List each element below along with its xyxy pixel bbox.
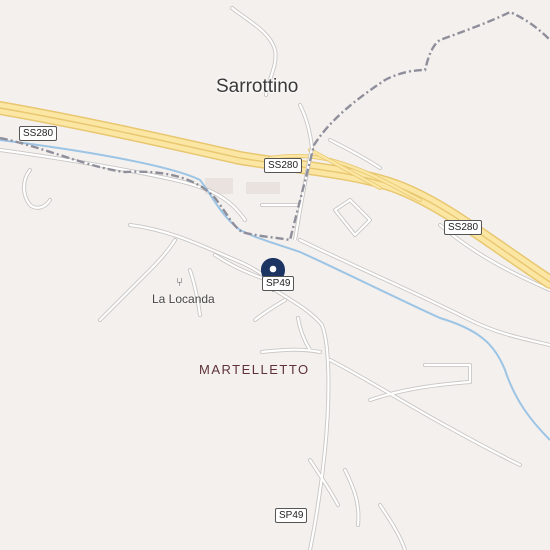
- route-shield-ss280-center: SS280: [264, 158, 303, 173]
- buildings: [205, 178, 280, 194]
- route-shield-sp49-south: SP49: [275, 508, 308, 523]
- highway-ss280: [0, 101, 550, 289]
- poi-label-la-locanda[interactable]: La Locanda: [152, 292, 215, 306]
- route-shield-ss280-west: SS280: [19, 126, 58, 141]
- fork-knife-icon[interactable]: ⑂: [176, 275, 183, 289]
- route-shield-sp49-pin: SP49: [262, 276, 295, 291]
- town-label-sarrottino: Sarrottino: [216, 76, 299, 97]
- locality-label-martelletto: MARTELLETTO: [199, 362, 310, 377]
- route-shield-ss280-east: SS280: [444, 220, 483, 235]
- map-canvas[interactable]: Sarrottino MARTELLETTO ⑂ La Locanda SS28…: [0, 0, 550, 550]
